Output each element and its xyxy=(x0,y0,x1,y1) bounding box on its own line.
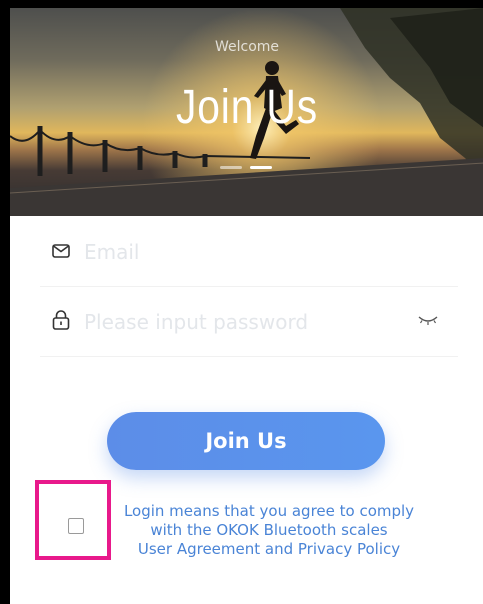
carousel-indicator-1[interactable] xyxy=(220,166,242,169)
envelope-icon xyxy=(52,244,70,258)
eye-closed-icon[interactable] xyxy=(418,314,438,326)
agreement-text[interactable]: Login means that you agree to comply wit… xyxy=(110,502,428,559)
password-field xyxy=(40,286,458,357)
agreement-policy-link[interactable]: User Agreement and Privacy Policy xyxy=(110,540,428,559)
agreement-checkbox[interactable] xyxy=(68,518,84,534)
hero-title: Join Us xyxy=(175,81,319,134)
agreement-line-1: Login means that you agree to comply xyxy=(123,502,415,520)
password-input[interactable] xyxy=(84,308,404,336)
screen: Welcome Join Us Join Us Login means that… xyxy=(10,8,483,604)
agreement-line-2: with the OKOK Bluetooth scales xyxy=(150,521,388,539)
join-us-button[interactable]: Join Us xyxy=(107,412,385,470)
welcome-text: Welcome xyxy=(214,39,280,55)
email-input[interactable] xyxy=(84,238,404,266)
carousel-indicator-2-active[interactable] xyxy=(250,166,272,169)
hero-banner: Welcome Join Us xyxy=(10,8,483,216)
email-field xyxy=(40,216,458,287)
lock-icon xyxy=(52,310,70,330)
